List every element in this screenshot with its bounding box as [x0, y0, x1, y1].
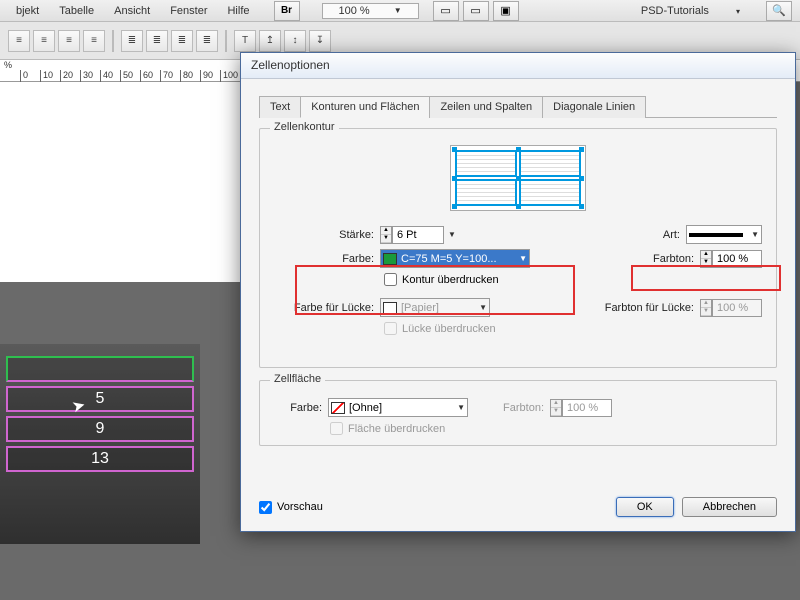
table-row[interactable]: 5: [6, 386, 194, 412]
flaeche-farbe-value: [Ohne]: [349, 402, 382, 414]
search-icon[interactable]: 🔍: [766, 1, 792, 21]
kontur-ueberdrucken-label: Kontur überdrucken: [402, 274, 499, 286]
table-row[interactable]: [6, 356, 194, 382]
luecke-farbe-dropdown: [Papier] ▼: [380, 298, 490, 317]
justify-right-icon[interactable]: ≣: [171, 30, 193, 52]
chevron-down-icon: ▼: [384, 6, 412, 15]
flaeche-ueberdrucken-checkbox: [330, 422, 343, 435]
chevron-down-icon: ▼: [751, 230, 759, 239]
chevron-down-icon: ▼: [519, 254, 527, 263]
table-row[interactable]: 9: [6, 416, 194, 442]
menu-fenster[interactable]: Fenster: [160, 5, 217, 17]
vert-mid-icon[interactable]: ↕: [284, 30, 306, 52]
stroke-style-icon: [689, 233, 743, 237]
luecke-ueberdrucken-checkbox: [384, 322, 397, 335]
view-mode-1-icon[interactable]: ▭: [433, 1, 459, 21]
align-right-icon[interactable]: ≡: [58, 30, 80, 52]
chevron-down-icon: ▼: [457, 403, 465, 412]
luecke-farbe-label: Farbe für Lücke:: [274, 302, 374, 314]
vert-bot-icon[interactable]: ↧: [309, 30, 331, 52]
group-label: Zellenkontur: [270, 121, 339, 133]
vorschau-checkbox[interactable]: [259, 501, 272, 514]
dialog-tabs: Text Konturen und Flächen Zeilen und Spa…: [259, 95, 777, 118]
zoom-field[interactable]: 100 % ▼: [322, 3, 419, 19]
zoom-value: 100 %: [329, 5, 380, 17]
luecke-ueberdrucken-label: Lücke überdrucken: [402, 323, 496, 335]
farbton-label: Farbton:: [634, 253, 694, 265]
none-swatch-icon: [331, 402, 345, 414]
workspace-label[interactable]: PSD-Tutorials ▾: [625, 5, 756, 17]
menu-hilfe[interactable]: Hilfe: [217, 5, 259, 17]
align-justify-icon[interactable]: ≡: [83, 30, 105, 52]
color-swatch-icon: [383, 302, 397, 314]
group-zellenkontur: Zellenkontur Stärke: ▲▼ 6 Pt ▼ Art: ▼: [259, 128, 777, 368]
farbe-value: C=75 M=5 Y=100...: [401, 253, 497, 265]
tab-text[interactable]: Text: [259, 96, 301, 118]
dialog-title: Zellenoptionen: [241, 53, 795, 79]
farbe-dropdown[interactable]: C=75 M=5 Y=100... ▼: [380, 249, 530, 268]
menu-bar: bjekt Tabelle Ansicht Fenster Hilfe Br 1…: [0, 0, 800, 22]
group-zellflaeche: Zellfläche Farbe: [Ohne] ▼ Farbton: ▲▼ 1…: [259, 380, 777, 446]
justify-full-icon[interactable]: ≣: [196, 30, 218, 52]
align-left-icon[interactable]: ≡: [8, 30, 30, 52]
stroke-preview[interactable]: [450, 145, 586, 211]
cancel-button[interactable]: Abbrechen: [682, 497, 777, 517]
align-center-icon[interactable]: ≡: [33, 30, 55, 52]
staerke-label: Stärke:: [274, 229, 374, 241]
luecke-farbton-label: Farbton für Lücke:: [590, 302, 694, 314]
luecke-farbe-value: [Papier]: [401, 302, 439, 314]
page-white: [0, 82, 250, 282]
flaeche-farbton-spinner: ▲▼: [550, 399, 562, 417]
farbe-label: Farbe:: [274, 253, 374, 265]
vorschau-label: Vorschau: [277, 501, 323, 513]
luecke-farbton-field: 100 %: [712, 299, 762, 317]
menu-tabelle[interactable]: Tabelle: [49, 5, 104, 17]
flaeche-farbton-label: Farbton:: [488, 402, 544, 414]
menu-objekt[interactable]: bjekt: [6, 5, 49, 17]
art-dropdown[interactable]: ▼: [686, 225, 762, 244]
table-row[interactable]: 13: [6, 446, 194, 472]
flaeche-farbe-dropdown[interactable]: [Ohne] ▼: [328, 398, 468, 417]
chevron-down-icon[interactable]: ▼: [448, 230, 456, 239]
group-label: Zellfläche: [270, 373, 325, 385]
flaeche-farbe-label: Farbe:: [274, 402, 322, 414]
view-mode-2-icon[interactable]: ▭: [463, 1, 489, 21]
flaeche-farbton-field: 100 %: [562, 399, 612, 417]
bridge-icon[interactable]: Br: [274, 1, 300, 21]
tab-zeilen[interactable]: Zeilen und Spalten: [429, 96, 543, 118]
justify-left-icon[interactable]: ≣: [121, 30, 143, 52]
tab-konturen[interactable]: Konturen und Flächen: [300, 96, 430, 118]
view-mode-3-icon[interactable]: ▣: [493, 1, 519, 21]
chevron-down-icon: ▼: [479, 303, 487, 312]
text-rotate-icon[interactable]: T: [234, 30, 256, 52]
tab-diagonale[interactable]: Diagonale Linien: [542, 96, 646, 118]
kontur-ueberdrucken-checkbox[interactable]: [384, 273, 397, 286]
farbton-field[interactable]: 100 %: [712, 250, 762, 268]
staerke-spinner[interactable]: ▲▼: [380, 226, 392, 244]
vert-top-icon[interactable]: ↥: [259, 30, 281, 52]
luecke-farbton-spinner: ▲▼: [700, 299, 712, 317]
ok-button[interactable]: OK: [616, 497, 674, 517]
cell-options-dialog: Zellenoptionen Text Konturen und Flächen…: [240, 52, 796, 532]
flaeche-ueberdrucken-label: Fläche überdrucken: [348, 423, 445, 435]
table-preview-block: 5 9 13 ➤: [0, 344, 200, 544]
staerke-field[interactable]: 6 Pt: [392, 226, 444, 244]
art-label: Art:: [640, 229, 680, 241]
ruler-unit: %: [4, 60, 12, 70]
color-swatch-icon: [383, 253, 397, 265]
farbton-spinner[interactable]: ▲▼: [700, 250, 712, 268]
justify-center-icon[interactable]: ≣: [146, 30, 168, 52]
menu-ansicht[interactable]: Ansicht: [104, 5, 160, 17]
